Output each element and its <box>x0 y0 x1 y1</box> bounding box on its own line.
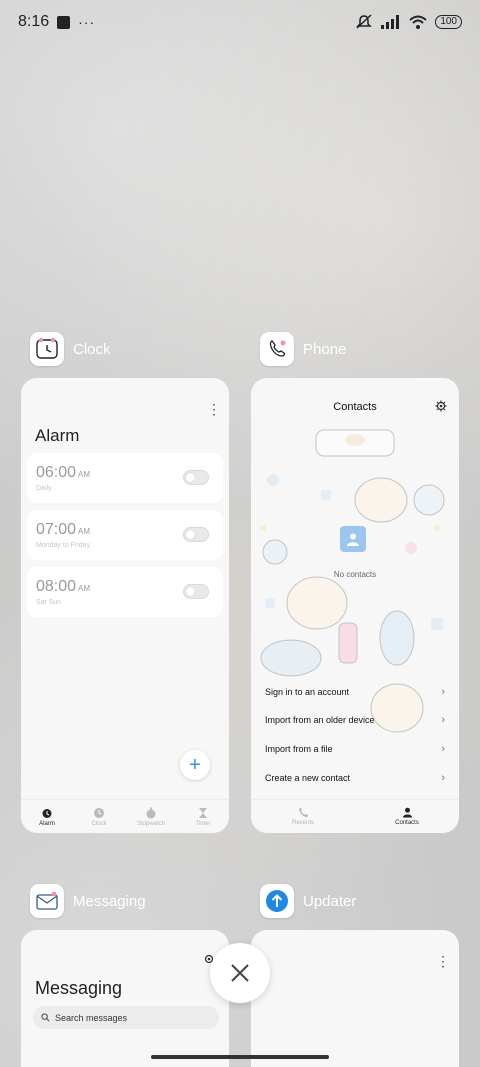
alarm-ampm: AM <box>78 584 91 593</box>
phone-app-name: Phone <box>303 340 347 358</box>
signal-icon <box>381 15 400 29</box>
more-options-icon[interactable]: ⋮ <box>207 401 221 418</box>
tab-label: Recents <box>291 820 314 826</box>
tab-label: Timer <box>195 820 211 827</box>
search-icon <box>41 1013 50 1022</box>
phone-bottom-nav: Recents Contacts <box>251 799 459 833</box>
updater-app-preview[interactable]: ⋮ <box>251 930 459 1067</box>
updater-app-header[interactable]: Updater <box>260 884 356 918</box>
tab-recents[interactable]: Recents <box>278 800 328 833</box>
status-time: 8:16 <box>18 13 50 30</box>
phone-app-header[interactable]: Phone <box>260 332 346 366</box>
alarm-ampm: AM <box>78 470 91 479</box>
messaging-app-header[interactable]: Messaging <box>30 884 146 918</box>
tab-label: Contacts <box>395 820 419 826</box>
phone-app-icon <box>260 332 294 366</box>
updater-app-icon <box>260 884 294 918</box>
updater-app-name: Updater <box>303 892 357 910</box>
alarm-time: 06:00 <box>36 464 77 481</box>
alarm-repeat: Daily <box>36 485 52 492</box>
alarm-icon <box>42 808 52 818</box>
clock-app-name: Clock <box>73 340 111 358</box>
tab-alarm[interactable]: Alarm <box>22 800 72 833</box>
settings-gear-icon[interactable] <box>435 400 447 412</box>
alarm-toggle[interactable] <box>183 527 209 542</box>
messaging-app-name: Messaging <box>73 892 146 910</box>
sign-in-account-item[interactable]: Sign in to an account › <box>265 686 445 698</box>
tab-label: Stopwatch <box>136 820 166 827</box>
alarm-title: Alarm <box>35 426 80 445</box>
messaging-app-preview[interactable]: Messaging Search messages <box>21 930 229 1067</box>
tab-label: Alarm <box>39 820 55 827</box>
stopwatch-icon <box>146 807 156 818</box>
tab-clock[interactable]: Clock <box>74 800 124 833</box>
clock-bottom-nav: Alarm Clock Stopwatch Timer <box>21 799 229 833</box>
action-label: Sign in to an account <box>265 687 350 697</box>
more-options-icon[interactable]: ⋮ <box>436 953 450 970</box>
no-contacts-text: No contacts <box>333 570 377 579</box>
alarm-time: 08:00 <box>36 578 77 595</box>
hourglass-icon <box>199 807 207 818</box>
close-icon <box>231 964 249 982</box>
import-older-device-item[interactable]: Import from an older device › <box>265 714 445 726</box>
create-contact-item[interactable]: Create a new contact › <box>265 772 445 784</box>
home-gesture-bar[interactable] <box>151 1055 329 1059</box>
clock-icon <box>94 807 104 818</box>
clock-app-preview[interactable]: ⋮ Alarm 06:00 AM Daily 07:00 AM Monday to … <box>21 378 229 833</box>
chevron-right-icon: › <box>441 743 445 755</box>
clear-all-button[interactable] <box>210 943 270 1003</box>
alarm-row[interactable]: 06:00 AM Daily <box>27 453 223 503</box>
notification-square-icon <box>57 15 71 29</box>
alarm-time-block: 08:00 AM <box>36 578 90 596</box>
status-bar: 8:16 ··· 100 <box>0 0 480 44</box>
tab-contacts[interactable]: Contacts <box>382 800 432 833</box>
add-alarm-button[interactable]: + <box>180 750 210 780</box>
chevron-right-icon: › <box>441 686 445 698</box>
tab-label: Clock <box>91 820 107 827</box>
more-notifications-icon: ··· <box>78 14 96 30</box>
messaging-title: Messaging <box>35 978 123 998</box>
chevron-right-icon: › <box>441 772 445 784</box>
person-icon <box>402 807 412 818</box>
alarm-time-block: 06:00 AM <box>36 464 90 482</box>
tab-stopwatch[interactable]: Stopwatch <box>126 800 176 833</box>
chevron-right-icon: › <box>441 714 445 726</box>
person-icon <box>347 533 359 546</box>
muted-icon <box>356 14 373 29</box>
action-label: Create a new contact <box>265 773 351 783</box>
tab-timer[interactable]: Timer <box>178 800 228 833</box>
clock-app-icon <box>30 332 64 366</box>
phone-app-preview[interactable]: Contacts No contacts Sign in to an accou… <box>251 378 459 833</box>
import-from-file-item[interactable]: Import from a file › <box>265 743 445 755</box>
alarm-ampm: AM <box>78 527 91 536</box>
alarm-time: 07:00 <box>36 521 77 538</box>
battery-indicator: 100 <box>435 15 462 29</box>
alarm-row[interactable]: 07:00 AM Monday to Friday <box>27 510 223 560</box>
phone-handset-icon <box>298 807 308 818</box>
action-label: Import from a file <box>265 744 333 754</box>
alarm-row[interactable]: 08:00 AM Sat Sun <box>27 567 223 617</box>
contact-placeholder-avatar <box>340 526 366 552</box>
clock-app-header[interactable]: Clock <box>30 332 111 366</box>
wifi-icon <box>409 15 427 29</box>
contacts-title: Contacts <box>333 401 377 413</box>
search-messages-input[interactable]: Search messages <box>33 1006 219 1029</box>
search-placeholder: Search messages <box>55 1012 128 1023</box>
alarm-repeat: Sat Sun <box>36 599 61 606</box>
alarm-time-block: 07:00 AM <box>36 521 90 539</box>
alarm-repeat: Monday to Friday <box>36 542 91 549</box>
alarm-toggle[interactable] <box>183 470 209 485</box>
messaging-app-icon <box>30 884 64 918</box>
alarm-toggle[interactable] <box>183 584 209 599</box>
action-label: Import from an older device <box>265 715 375 725</box>
